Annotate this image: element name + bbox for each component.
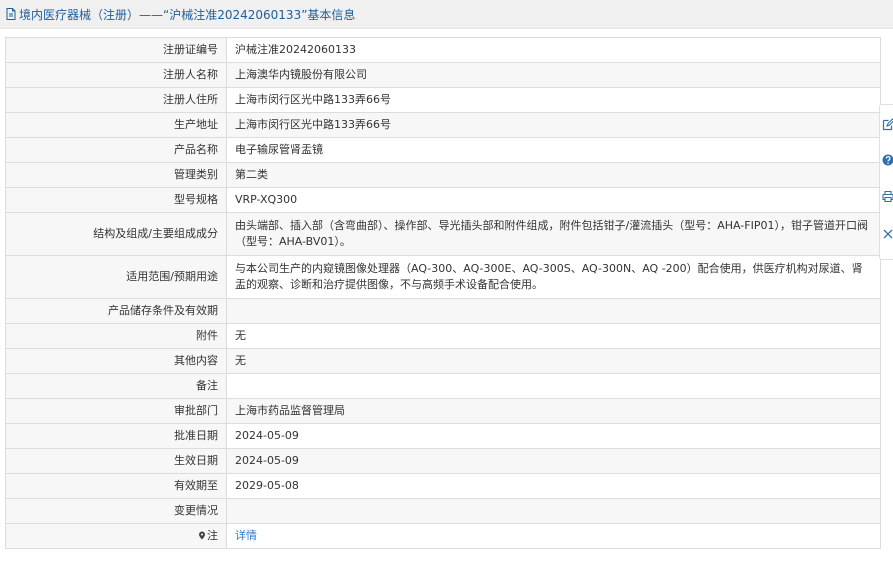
field-label: 注册人名称	[5, 62, 227, 88]
field-value: 无	[226, 348, 881, 374]
field-label: 适用范围/预期用途	[5, 255, 227, 299]
print-icon[interactable]	[882, 189, 893, 203]
info-table: 注册证编号 沪械注准20242060133 注册人名称 上海澳华内镜股份有限公司 注…	[5, 37, 881, 549]
field-label: 注	[207, 529, 218, 542]
field-label: 注册人住所	[5, 87, 227, 113]
field-value: VRP-XQ300	[226, 187, 881, 213]
field-value: 上海市药品监督管理局	[226, 398, 881, 424]
field-label: 结构及组成/主要组成成分	[5, 212, 227, 256]
field-label: 变更情况	[5, 498, 227, 524]
field-value	[226, 298, 881, 324]
field-value: 上海澳华内镜股份有限公司	[226, 62, 881, 88]
field-value: 无	[226, 323, 881, 349]
field-value: 由头端部、插入部（含弯曲部）、操作部、导光插头部和附件组成，附件包括钳子/灌流插…	[226, 212, 881, 256]
field-label: 型号规格	[5, 187, 227, 213]
field-value: 上海市闵行区光中路133弄66号	[226, 87, 881, 113]
page-title-bar: 境内医疗器械（注册）——“沪械注准20242060133”基本信息	[0, 0, 893, 29]
location-pin-icon	[199, 531, 205, 540]
document-icon	[6, 8, 16, 20]
details-link[interactable]: 详情	[235, 529, 257, 542]
field-label: 有效期至	[5, 473, 227, 499]
field-value: 2029-05-08	[226, 473, 881, 499]
field-label: 备注	[5, 373, 227, 399]
field-value: 电子输尿管肾盂镜	[226, 137, 881, 163]
field-value: 2024-05-09	[226, 423, 881, 449]
field-label: 管理类别	[5, 162, 227, 188]
field-label: 生产地址	[5, 112, 227, 138]
field-value: 详情	[226, 523, 881, 549]
field-label: 产品储存条件及有效期	[5, 298, 227, 324]
field-label: 生效日期	[5, 448, 227, 474]
field-value: 第二类	[226, 162, 881, 188]
help-icon[interactable]	[882, 153, 893, 167]
edit-icon[interactable]	[882, 117, 893, 131]
field-label: 产品名称	[5, 137, 227, 163]
field-value	[226, 373, 881, 399]
field-label: 其他内容	[5, 348, 227, 374]
side-toolbar	[879, 104, 893, 260]
field-label: 附件	[5, 323, 227, 349]
field-value	[226, 498, 881, 524]
close-icon[interactable]	[882, 227, 893, 241]
field-label: 审批部门	[5, 398, 227, 424]
field-value: 与本公司生产的内窥镜图像处理器（AQ-300、AQ-300E、AQ-300S、A…	[226, 255, 881, 299]
field-value: 2024-05-09	[226, 448, 881, 474]
field-label: 批准日期	[5, 423, 227, 449]
note-label-cell: 注	[5, 523, 227, 549]
page-title: 境内医疗器械（注册）——“沪械注准20242060133”基本信息	[19, 7, 356, 22]
field-label: 注册证编号	[5, 37, 227, 63]
field-value: 沪械注准20242060133	[226, 37, 881, 63]
field-value: 上海市闵行区光中路133弄66号	[226, 112, 881, 138]
